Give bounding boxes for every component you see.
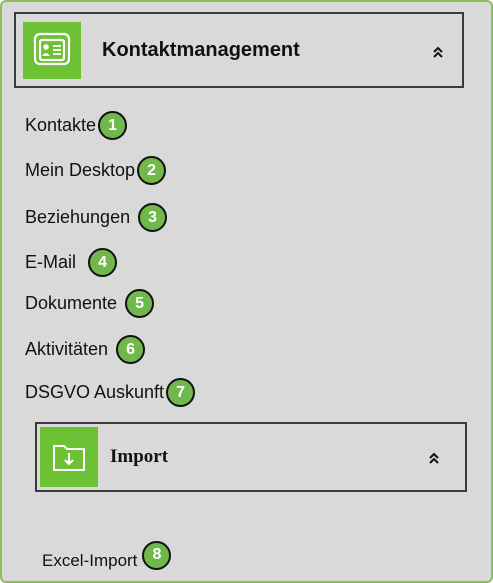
nav-item-label: Kontakte [25,115,97,135]
section-header-import[interactable]: Import [35,422,467,492]
nav-item-label: Mein Desktop [25,160,136,180]
navigation-panel: Kontaktmanagement Kontakte 1 Mein Deskto… [0,0,493,583]
nav-item-label: Excel-Import [42,551,138,570]
nav-item-label: E-Mail [25,252,77,272]
nav-item-label: Beziehungen [25,207,131,227]
step-badge: 3 [138,203,168,232]
double-chevron-up-icon[interactable] [431,44,445,60]
step-badge: 5 [125,289,155,318]
nav-item-label: DSGVO Auskunft [25,382,165,402]
step-badge: 1 [98,111,128,140]
step-badge: 8 [142,540,172,570]
nav-item-label: Dokumente [25,293,118,313]
nav-item-e-mail[interactable]: E-Mail 4 [25,248,118,277]
nav-item-aktivitaeten[interactable]: Aktivitäten 6 [25,335,146,364]
nav-item-beziehungen[interactable]: Beziehungen 3 [25,203,168,232]
nav-item-label: Aktivitäten [25,339,109,359]
step-badge: 2 [137,156,167,185]
subsection-title: Import [110,446,169,467]
section-header-kontaktmanagement[interactable]: Kontaktmanagement [14,12,464,88]
step-badge: 6 [116,335,146,364]
section-title: Kontaktmanagement [102,39,300,61]
step-badge: 7 [166,378,196,407]
nav-item-mein-desktop[interactable]: Mein Desktop 2 [25,156,167,185]
nav-item-kontakte[interactable]: Kontakte 1 [25,111,128,140]
nav-item-dokumente[interactable]: Dokumente 5 [25,289,155,318]
folder-import-icon [40,427,98,487]
nav-item-dsgvo-auskunft[interactable]: DSGVO Auskunft 7 [25,378,196,407]
nav-item-excel-import[interactable]: Excel-Import 8 [42,540,172,571]
double-chevron-up-icon[interactable] [427,450,441,466]
contact-card-icon [23,22,81,79]
step-badge: 4 [88,248,118,277]
